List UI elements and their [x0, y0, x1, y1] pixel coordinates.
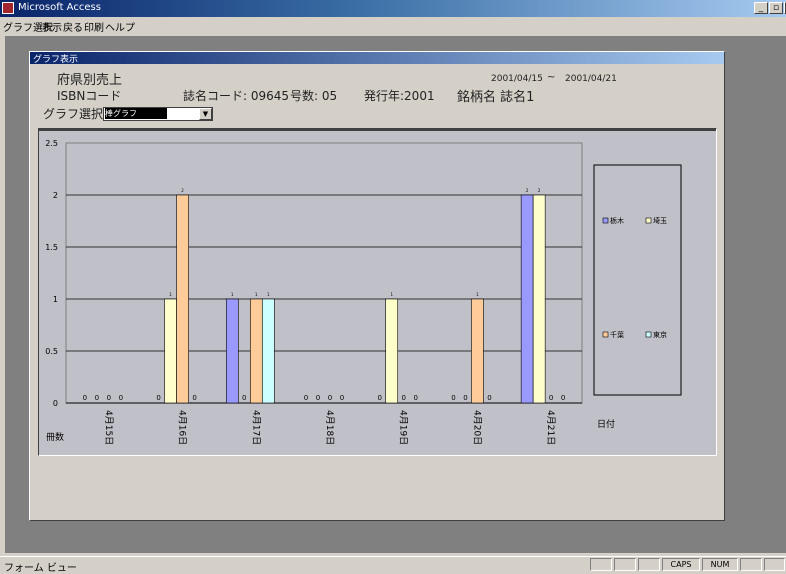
legend-swatch-埼玉 [645, 217, 652, 224]
y-tick-label: 0 [53, 399, 58, 408]
bar-千葉 [176, 194, 189, 404]
legend-swatch-千葉 [602, 331, 609, 338]
zero-value-label: 0 [487, 394, 491, 402]
legend-label: 埼玉 [653, 216, 667, 225]
zero-value-label: 0 [304, 394, 308, 402]
bar-value-label: 1 [231, 292, 234, 297]
legend-label: 栃木 [610, 216, 624, 225]
bar-value-label: 1 [255, 292, 258, 297]
bar-栃木 [520, 194, 534, 404]
legend-label: 東京 [653, 330, 667, 339]
y-tick-label: 2 [53, 191, 58, 200]
y-tick-label: 0.5 [45, 347, 58, 356]
status-panel-1 [590, 558, 612, 571]
bar-埼玉 [385, 298, 399, 404]
bar-東京 [261, 298, 275, 404]
y-tick-label: 1.5 [45, 243, 58, 252]
status-panel-3 [638, 558, 660, 571]
x-tick-label: 4月18日 [324, 410, 335, 445]
zero-value-label: 0 [107, 394, 111, 402]
status-panel-2 [614, 558, 636, 571]
zero-value-label: 0 [451, 394, 455, 402]
zero-value-label: 0 [242, 394, 246, 402]
x-axis-title: 日付 [597, 419, 615, 430]
zero-value-label: 0 [340, 394, 344, 402]
zero-value-label: 0 [463, 394, 467, 402]
x-tick-label: 4月19日 [398, 410, 409, 445]
status-panel-7 [764, 558, 785, 571]
zero-value-label: 0 [119, 394, 123, 402]
zero-value-label: 0 [192, 394, 196, 402]
zero-value-label: 0 [401, 394, 405, 402]
zero-value-label: 0 [83, 394, 87, 402]
plot-area [65, 142, 583, 404]
zero-value-label: 0 [316, 394, 320, 402]
bar-千葉 [471, 298, 484, 404]
zero-value-label: 0 [328, 394, 332, 402]
bar-value-label: 1 [169, 292, 172, 297]
bar-栃木 [225, 298, 239, 404]
status-caps: CAPS [662, 558, 700, 571]
zero-value-label: 0 [561, 394, 565, 402]
status-panel-6 [740, 558, 762, 571]
zero-value-label: 0 [156, 394, 160, 402]
y-axis-title: 冊数 [46, 431, 64, 443]
zero-value-label: 0 [377, 394, 381, 402]
zero-value-label: 0 [413, 394, 417, 402]
x-tick-label: 4月16日 [177, 410, 188, 445]
bar-埼玉 [164, 298, 177, 404]
zero-value-label: 0 [549, 394, 553, 402]
zero-value-label: 0 [95, 394, 99, 402]
y-tick-label: 1 [53, 295, 58, 304]
x-tick-label: 4月21日 [545, 410, 556, 445]
bar-value-label: 1 [390, 292, 393, 297]
status-num: NUM [702, 558, 738, 571]
legend-swatch-栃木 [602, 217, 609, 224]
bar-value-label: 2 [538, 188, 541, 193]
legend-label: 千葉 [610, 330, 624, 339]
bar-value-label: 1 [267, 292, 270, 297]
bar-chart: 00.511.522.50 0 0 04月15日01204月16日101 14月17日0… [45, 139, 682, 445]
bar-value-label: 2 [526, 188, 529, 193]
x-tick-label: 4月20日 [471, 410, 482, 445]
bar-value-label: 2 [181, 188, 184, 193]
x-tick-label: 4月17日 [250, 410, 261, 445]
bar-埼玉 [532, 194, 546, 404]
x-tick-label: 4月15日 [103, 410, 114, 445]
legend-swatch-東京 [645, 331, 652, 338]
y-tick-label: 2.5 [45, 139, 58, 148]
legend-box [593, 164, 682, 396]
bar-千葉 [249, 298, 263, 404]
